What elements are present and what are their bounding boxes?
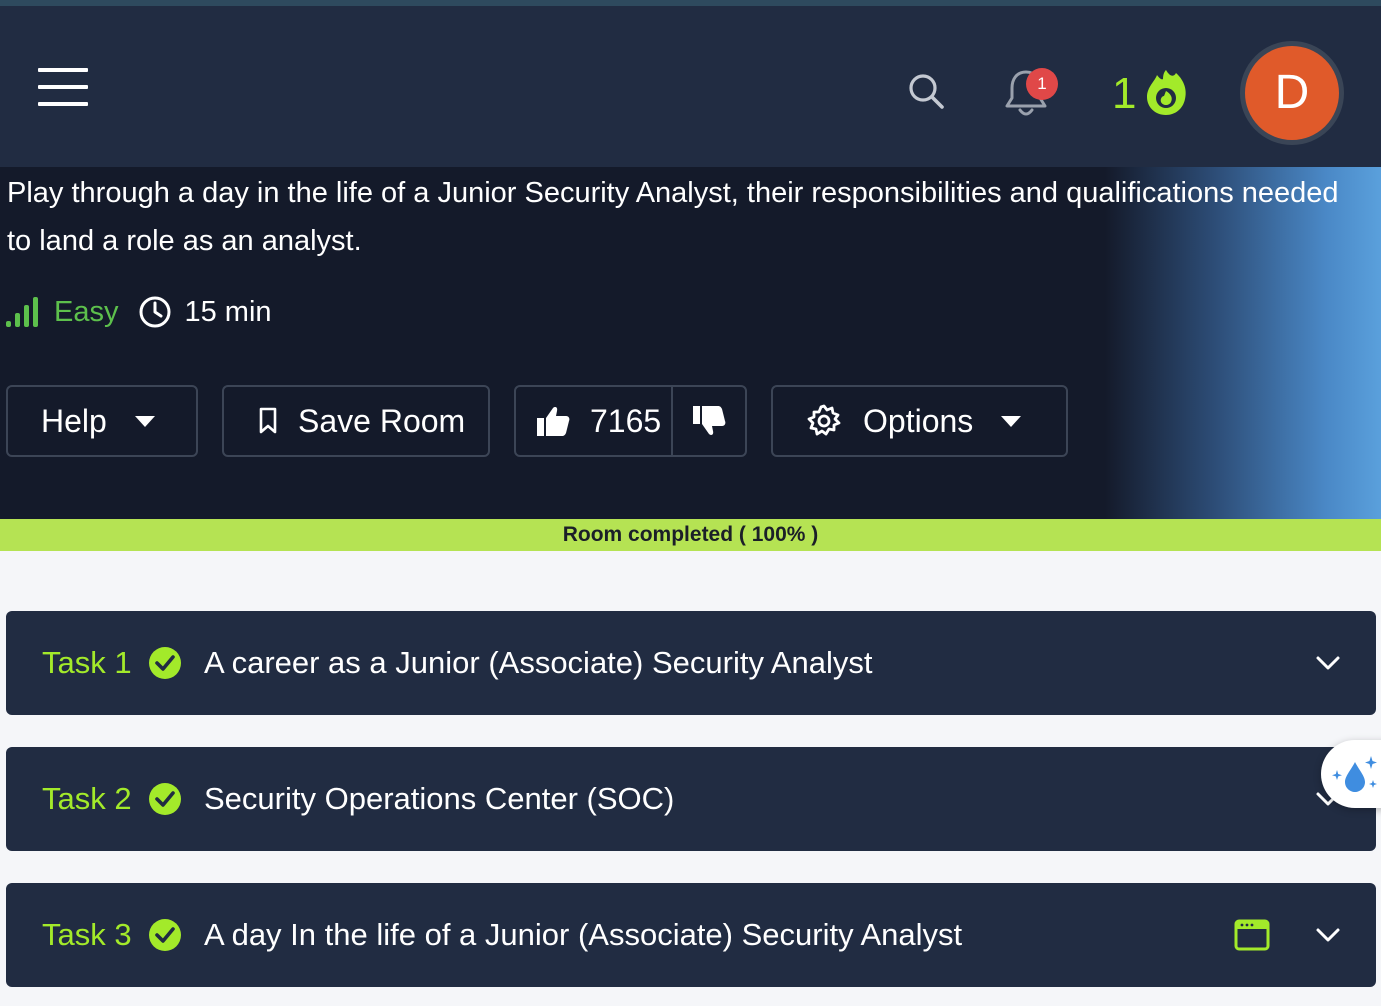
bookmark-icon xyxy=(259,407,277,434)
save-room-button[interactable]: Save Room xyxy=(222,385,490,457)
top-navbar: 1 1 D xyxy=(0,6,1381,167)
notification-badge: 1 xyxy=(1026,68,1058,100)
caret-down-icon xyxy=(134,415,155,427)
user-avatar[interactable]: D xyxy=(1240,41,1344,145)
task-accordion-2[interactable]: Task 2 Security Operations Center (SOC) xyxy=(6,747,1376,851)
help-label: Help xyxy=(41,402,107,439)
like-button[interactable]: 7165 xyxy=(516,387,673,455)
vote-button-group: 7165 xyxy=(514,385,747,457)
progress-label: Room completed ( 100% ) xyxy=(562,523,819,546)
room-meta: Easy 15 min xyxy=(6,292,272,332)
thumbs-up-icon xyxy=(537,407,570,436)
gear-icon xyxy=(807,404,841,436)
task-accordion-3[interactable]: Task 3 A day In the life of a Junior (As… xyxy=(6,883,1376,987)
room-hero: Play through a day in the life of a Juni… xyxy=(0,167,1381,519)
clock-icon xyxy=(139,296,171,328)
difficulty-label: Easy xyxy=(54,295,119,328)
browser-window-icon[interactable] xyxy=(1234,918,1270,952)
difficulty-bars-icon xyxy=(6,297,38,327)
options-button[interactable]: Options xyxy=(771,385,1068,457)
hamburger-menu-icon[interactable] xyxy=(38,68,88,106)
floating-assistant-button[interactable] xyxy=(1321,740,1381,808)
check-circle-icon xyxy=(149,919,181,951)
duration-label: 15 min xyxy=(184,295,272,328)
chevron-down-icon[interactable] xyxy=(1314,651,1342,675)
task-accordion-1[interactable]: Task 1 A career as a Junior (Associate) … xyxy=(6,611,1376,715)
task-number: Task 1 xyxy=(42,645,132,680)
task-title: A career as a Junior (Associate) Securit… xyxy=(204,645,873,680)
check-circle-icon xyxy=(149,647,181,679)
save-room-label: Save Room xyxy=(298,402,466,439)
streak-count: 1 xyxy=(1112,69,1137,118)
thumbs-down-icon xyxy=(693,406,726,435)
room-progress-bar: Room completed ( 100% ) xyxy=(0,519,1381,551)
options-label: Options xyxy=(863,402,974,439)
help-button[interactable]: Help xyxy=(6,385,198,457)
dislike-button[interactable] xyxy=(673,387,745,455)
task-title: A day In the life of a Junior (Associate… xyxy=(204,917,963,952)
droplet-sparkle-icon xyxy=(1332,756,1377,792)
caret-down-icon xyxy=(1001,415,1022,427)
flame-icon[interactable] xyxy=(1143,67,1189,117)
task-number: Task 2 xyxy=(42,781,132,816)
chevron-down-icon[interactable] xyxy=(1314,923,1342,947)
like-count: 7165 xyxy=(590,402,662,439)
task-number: Task 3 xyxy=(42,917,132,952)
check-circle-icon xyxy=(149,783,181,815)
search-icon[interactable] xyxy=(906,71,946,111)
task-title: Security Operations Center (SOC) xyxy=(204,781,675,816)
room-description: Play through a day in the life of a Juni… xyxy=(7,177,1339,257)
